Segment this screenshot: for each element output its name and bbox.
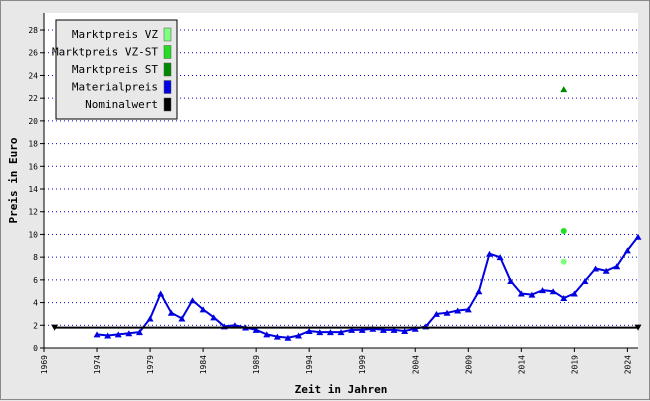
chart-svg: 02468101214161820222426281969 1974 1979 198… xyxy=(7,13,642,396)
x-tick-label: 2009 xyxy=(464,355,473,374)
x-tick-label: 1969 xyxy=(40,355,49,374)
x-tick-label: 2019 xyxy=(570,355,579,374)
x-tick-label: 1989 xyxy=(252,355,261,374)
y-tick-label: 22 xyxy=(28,94,38,103)
legend-swatch xyxy=(163,45,172,59)
legend-swatch xyxy=(163,80,172,94)
y-tick-label: 12 xyxy=(28,208,38,217)
y-axis-title: Preis in Euro xyxy=(7,137,20,223)
y-tick-label: 6 xyxy=(33,276,38,285)
legend-label: Marktpreis ST xyxy=(72,63,158,76)
legend-label: Marktpreis VZ xyxy=(72,28,158,41)
x-tick-label: 1984 xyxy=(199,355,208,374)
legend-label: Nominalwert xyxy=(85,98,158,111)
y-tick-label: 14 xyxy=(28,185,38,194)
data-point-marktpreis-vz-st xyxy=(560,228,567,235)
y-tick-label: 16 xyxy=(28,162,38,171)
y-tick-label: 2 xyxy=(33,321,38,330)
y-tick-label: 26 xyxy=(28,49,38,58)
legend-swatch xyxy=(163,27,172,42)
y-tick-label: 20 xyxy=(28,117,38,126)
y-tick-label: 10 xyxy=(28,230,38,239)
data-point-marktpreis-vz xyxy=(560,258,567,265)
legend-label: Marktpreis VZ-ST xyxy=(52,46,158,59)
x-tick-label: 2004 xyxy=(411,355,420,374)
x-tick-label: 1974 xyxy=(93,355,102,374)
legend-label: Materialpreis xyxy=(72,81,158,94)
legend-swatch xyxy=(163,62,172,77)
x-tick-label: 2024 xyxy=(623,355,632,374)
y-tick-label: 18 xyxy=(28,140,38,149)
x-tick-label: 1999 xyxy=(358,355,367,374)
x-axis-title: Zeit in Jahren xyxy=(295,383,388,396)
chart-frame: 0 2 4 6 8 10 12 14 16 18 20 22 24 26 28 1969 1974 1979 198… xyxy=(0,0,650,400)
x-tick-label: 1979 xyxy=(146,355,155,374)
x-tick-label: 2014 xyxy=(517,355,526,374)
y-tick-label: 8 xyxy=(33,253,38,262)
y-tick-label: 0 xyxy=(33,344,38,353)
y-tick-label: 24 xyxy=(28,71,38,80)
y-tick-label: 28 xyxy=(28,26,38,35)
x-tick-label: 1994 xyxy=(305,355,314,374)
legend-swatch xyxy=(163,97,172,112)
y-tick-label: 4 xyxy=(33,299,38,308)
